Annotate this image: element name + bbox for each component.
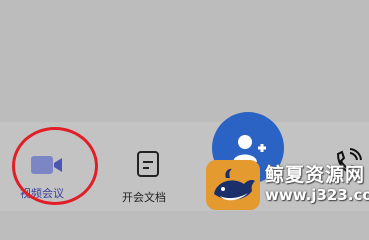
open-docs-label: 开会文档 — [122, 191, 166, 204]
whale-icon — [214, 168, 255, 201]
app-screen: 视频会议 开会文档 鲸夏资源网 www.j323.co — [0, 0, 369, 211]
open-docs-button[interactable]: 开会文档 — [116, 145, 186, 205]
site-watermark: 鲸夏资源网 www.j323.com — [206, 158, 369, 211]
whale-logo — [206, 160, 260, 210]
watermark-title: 鲸夏资源网 — [265, 164, 366, 186]
watermark-url: www.j323.com — [265, 186, 369, 204]
document-icon — [137, 151, 159, 177]
highlight-circle — [12, 127, 98, 205]
